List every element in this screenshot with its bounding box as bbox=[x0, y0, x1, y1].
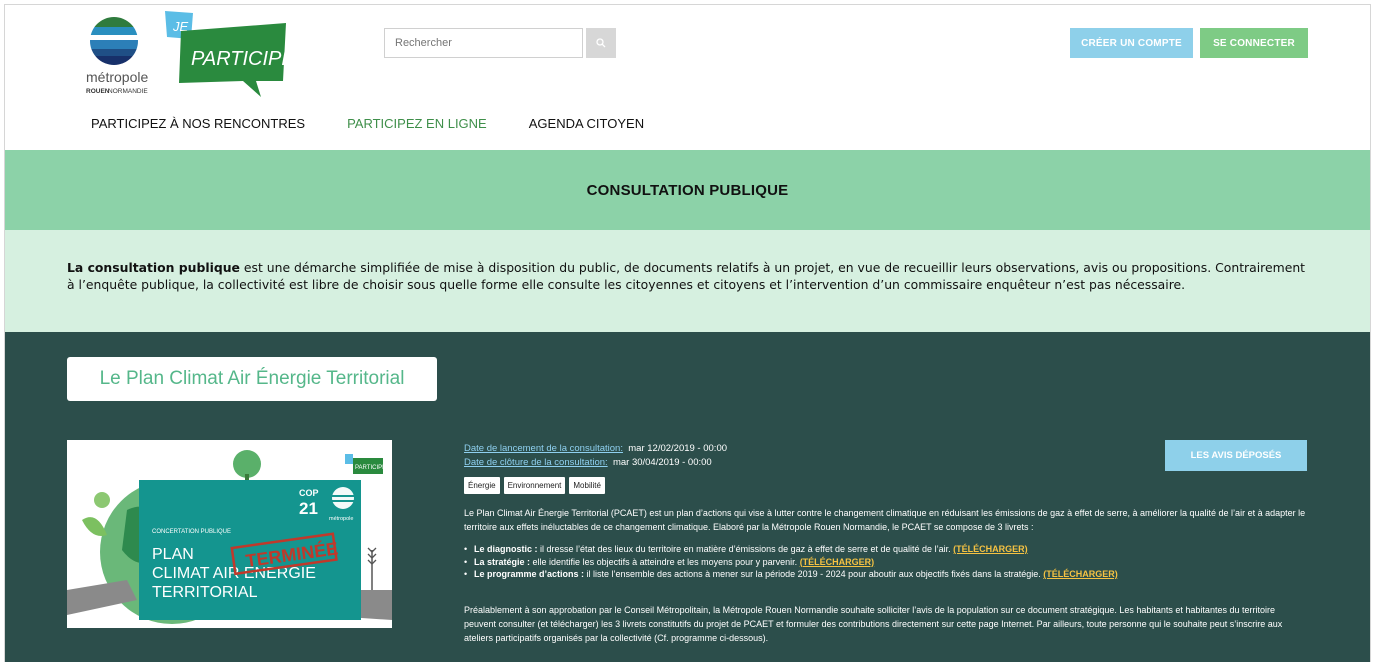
bullet-text: elle identifie les objectifs à atteindre… bbox=[530, 556, 800, 567]
site-logo[interactable]: métropole ROUEN NORMANDIE JE PARTICIPE! bbox=[81, 9, 301, 101]
intro-bold: La consultation publique bbox=[67, 260, 240, 275]
search-button[interactable] bbox=[586, 28, 616, 58]
search-icon bbox=[596, 38, 606, 48]
nav-item-rencontres[interactable]: PARTICIPEZ À NOS RENCONTRES bbox=[91, 116, 305, 134]
main-nav: PARTICIPEZ À NOS RENCONTRES PARTICIPEZ E… bbox=[91, 116, 644, 134]
poster-line3-text: TERRITORIAL bbox=[152, 584, 258, 601]
bullet-title: Le diagnostic : bbox=[474, 544, 538, 554]
launch-date-value: mar 12/02/2019 - 00:00 bbox=[628, 443, 728, 454]
metropole-logo-icon: métropole ROUEN NORMANDIE JE PARTICIPE! bbox=[86, 11, 301, 97]
bullet-text: il dresse l’état des lieux du territoire… bbox=[537, 544, 954, 554]
logo-participe-text: PARTICIPE! bbox=[191, 48, 291, 70]
logo-rouen-text: ROUEN bbox=[86, 88, 110, 95]
list-item: Le diagnostic : il dresse l’état des lie… bbox=[464, 543, 1309, 556]
close-date-value: mar 30/04/2019 - 00:00 bbox=[612, 457, 712, 468]
page-title-band: CONSULTATION PUBLIQUE bbox=[5, 150, 1370, 230]
close-date-label: Date de clôture de la consultation: bbox=[464, 457, 608, 468]
download-link[interactable]: (TÉLÉCHARGER) bbox=[1043, 569, 1118, 579]
avis-deposes-button[interactable]: LES AVIS DÉPOSÉS bbox=[1165, 440, 1307, 471]
nav-item-en-ligne[interactable]: PARTICIPEZ EN LIGNE bbox=[347, 116, 487, 134]
download-link[interactable]: (TÉLÉCHARGER) bbox=[953, 544, 1028, 554]
poster-metropole-text: métropole bbox=[329, 516, 353, 522]
project-poster[interactable]: PARTICIPE! COP 21 métropole CONCERTATION… bbox=[67, 440, 392, 628]
poster-cop-text: COP bbox=[299, 488, 319, 498]
login-button[interactable]: SE CONNECTER bbox=[1200, 28, 1308, 58]
launch-date-row: Date de lancement de la consultation: ma… bbox=[464, 442, 727, 456]
search-input[interactable] bbox=[384, 28, 583, 58]
launch-date-label: Date de lancement de la consultation: bbox=[464, 443, 623, 454]
intro-body: est une démarche simplifiée de mise à di… bbox=[67, 260, 1306, 292]
download-link[interactable]: (TÉLÉCHARGER) bbox=[800, 557, 875, 567]
bullet-text: il liste l’ensemble des actions à mener … bbox=[584, 569, 1044, 579]
poster-badge-text: PARTICIPE! bbox=[355, 465, 388, 471]
project-title: Le Plan Climat Air Énergie Territorial bbox=[99, 368, 405, 389]
tag-energie[interactable]: Énergie bbox=[464, 477, 500, 494]
consultation-dates: Date de lancement de la consultation: ma… bbox=[464, 442, 727, 470]
description-outro: Préalablement à son approbation par le C… bbox=[464, 604, 1283, 643]
bullet-title: La stratégie : bbox=[474, 556, 531, 567]
project-section: Le Plan Climat Air Énergie Territorial P… bbox=[5, 332, 1370, 662]
project-title-box: Le Plan Climat Air Énergie Territorial bbox=[67, 357, 437, 401]
nav-item-agenda[interactable]: AGENDA CITOYEN bbox=[529, 116, 644, 134]
page-title: CONSULTATION PUBLIQUE bbox=[586, 181, 789, 199]
close-date-row: Date de clôture de la consultation: mar … bbox=[464, 456, 727, 470]
intro-text: La consultation publique est une démarch… bbox=[67, 259, 1308, 293]
tag-mobilite[interactable]: Mobilité bbox=[569, 477, 605, 494]
project-description: Le Plan Climat Air Énergie Territorial (… bbox=[464, 506, 1309, 654]
poster-cop-num-text: 21 bbox=[299, 499, 318, 518]
list-item: La stratégie : elle identifie les object… bbox=[464, 556, 1309, 569]
bullet-title: Le programme d’actions : bbox=[474, 569, 585, 579]
project-tags: Énergie Environnement Mobilité bbox=[464, 477, 605, 494]
page-frame: métropole ROUEN NORMANDIE JE PARTICIPE! … bbox=[4, 4, 1371, 662]
poster-kicker-text: CONCERTATION PUBLIQUE bbox=[152, 529, 231, 535]
create-account-button[interactable]: CRÉER UN COMPTE bbox=[1070, 28, 1193, 58]
logo-metropole-text: métropole bbox=[86, 69, 148, 85]
poster-line1-text: PLAN bbox=[152, 546, 194, 563]
poster-illustration-icon: PARTICIPE! COP 21 métropole CONCERTATION… bbox=[67, 440, 392, 628]
site-header: métropole ROUEN NORMANDIE JE PARTICIPE! … bbox=[5, 5, 1370, 150]
list-item: Le programme d’actions : il liste l’ense… bbox=[464, 568, 1309, 581]
description-intro: Le Plan Climat Air Énergie Territorial (… bbox=[464, 508, 1306, 532]
logo-normandie-text: NORMANDIE bbox=[108, 88, 148, 95]
tag-environnement[interactable]: Environnement bbox=[503, 477, 566, 494]
livrets-list: Le diagnostic : il dresse l’état des lie… bbox=[464, 543, 1309, 581]
intro-section: La consultation publique est une démarch… bbox=[5, 230, 1370, 332]
